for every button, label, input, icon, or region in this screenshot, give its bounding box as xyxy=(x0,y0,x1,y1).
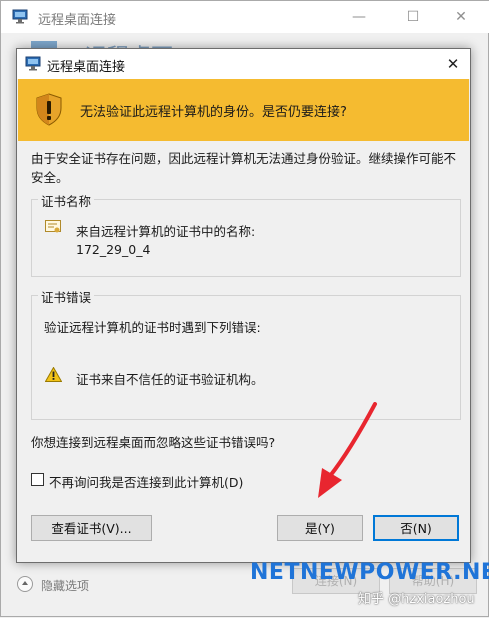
author-credit: 知乎 @hzxiaozhou xyxy=(358,592,475,607)
certificate-name-value: 172_29_0_4 xyxy=(76,242,151,257)
hide-options-link[interactable]: 隐藏选项 xyxy=(41,577,89,594)
close-icon[interactable]: ✕ xyxy=(442,53,464,75)
dialog-title-bar: 远程桌面连接 ✕ xyxy=(17,49,470,79)
close-icon[interactable]: ✕ xyxy=(451,7,471,27)
annotation-arrow xyxy=(318,402,377,498)
remote-desktop-icon xyxy=(25,56,41,71)
warning-message: 无法验证此远程计算机的身份。是否仍要连接? xyxy=(80,105,347,120)
certificate-name-group-label: 证书名称 xyxy=(38,191,95,210)
site-watermark: NETNEWPOWER.NET xyxy=(250,560,489,585)
certificate-errors-description: 验证远程计算机的证书时遇到下列错误: xyxy=(44,320,261,335)
maximize-icon[interactable]: ☐ xyxy=(403,7,423,27)
minimize-icon[interactable]: — xyxy=(349,7,369,27)
certificate-error-item: 证书来自不信任的证书验证机构。 xyxy=(76,372,264,387)
background-title-bar: 远程桌面连接 — ☐ ✕ xyxy=(1,1,489,33)
dont-ask-again-label[interactable]: 不再询问我是否连接到此计算机(D) xyxy=(49,472,243,491)
certificate-errors-group: 证书错误 验证远程计算机的证书时遇到下列错误: 证书来自不信任的证书验证机构。 xyxy=(31,287,461,420)
shield-warning-icon xyxy=(36,93,62,126)
dont-ask-again-checkbox[interactable] xyxy=(31,473,44,486)
warning-triangle-icon xyxy=(45,367,62,382)
view-certificate-button[interactable]: 查看证书(V)... xyxy=(31,515,152,541)
certificate-name-group: 证书名称 来自远程计算机的证书中的名称: 172_29_0_4 xyxy=(31,191,461,277)
dialog-title: 远程桌面连接 xyxy=(47,60,126,75)
no-button[interactable]: 否(N) xyxy=(373,515,459,541)
certificate-warning-dialog: 远程桌面连接 ✕ 无法验证此远程计算机的身份。是否仍要连接? 由于安全证书存在问… xyxy=(16,48,471,563)
yes-button[interactable]: 是(Y) xyxy=(277,515,363,541)
background-window-title: 远程桌面连接 xyxy=(38,13,117,28)
remote-desktop-icon xyxy=(12,9,28,24)
certificate-icon xyxy=(45,220,61,233)
security-explanation: 由于安全证书存在问题，因此远程计算机无法通过身份验证。继续操作可能不安全。 xyxy=(31,151,457,185)
ignore-errors-question: 你想连接到远程桌面而忽略这些证书错误吗? xyxy=(31,435,276,450)
chevron-up-icon[interactable] xyxy=(17,576,33,592)
certificate-errors-group-label: 证书错误 xyxy=(38,287,95,306)
certificate-name-label: 来自远程计算机的证书中的名称: xyxy=(76,224,256,239)
warning-banner: 无法验证此远程计算机的身份。是否仍要连接? xyxy=(18,79,469,141)
